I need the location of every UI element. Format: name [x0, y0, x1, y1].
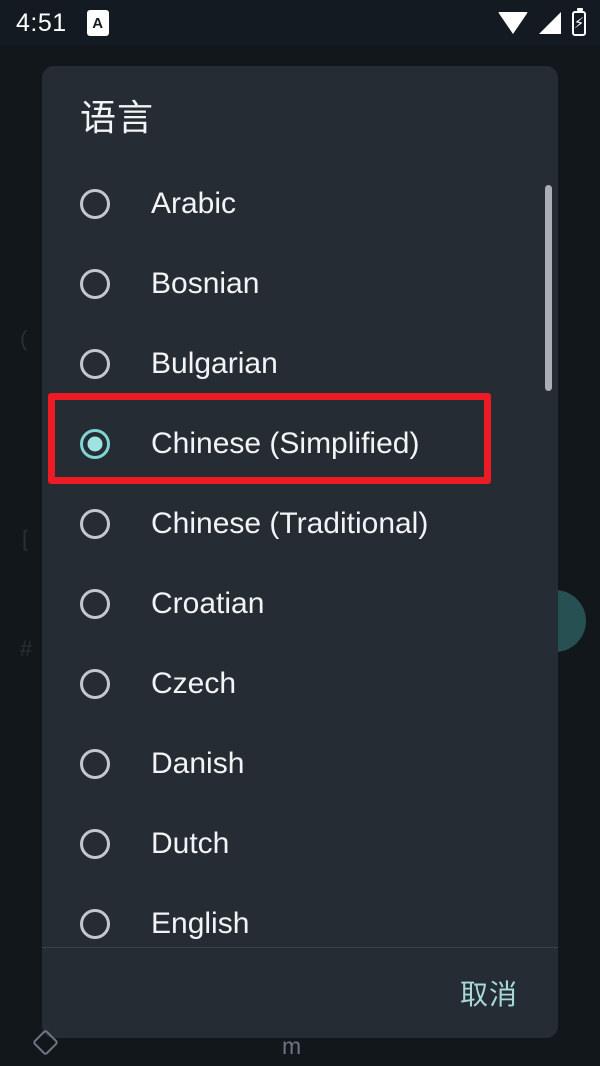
language-selection-dialog: 语言 Arabic Bosnian Bulgarian Chinese (Simpli… — [42, 66, 558, 1038]
radio-button[interactable] — [80, 509, 110, 539]
list-item-label: Chinese (Traditional) — [151, 507, 429, 540]
background-ghost-glyph-1: ( — [20, 326, 28, 351]
list-item[interactable]: Arabic — [42, 164, 558, 244]
cellular-signal-icon — [539, 12, 561, 34]
list-item[interactable]: Dutch — [42, 804, 558, 884]
list-item[interactable]: Chinese (Simplified) — [42, 404, 558, 484]
background-ghost-glyph-2: [ — [22, 526, 29, 551]
status-bar-clock: 4:51 — [16, 8, 67, 37]
language-option-list: Arabic Bosnian Bulgarian Chinese (Simplifie… — [42, 164, 558, 947]
dialog-title: 语言 — [80, 97, 155, 138]
list-item-label: Bosnian — [151, 267, 260, 300]
status-bar-icons: ⚡ — [498, 7, 586, 36]
scrollbar-thumb[interactable] — [545, 185, 552, 391]
background-ghost-glyph-3: # — [20, 636, 33, 661]
scrollbar-track[interactable] — [545, 164, 552, 947]
list-item[interactable]: Chinese (Traditional) — [42, 484, 558, 564]
wifi-icon — [498, 12, 528, 34]
list-item[interactable]: Bosnian — [42, 244, 558, 324]
radio-button[interactable] — [80, 189, 110, 219]
list-item[interactable]: Czech — [42, 644, 558, 724]
list-item-label: Bulgarian — [151, 347, 278, 380]
dialog-action-bar: 取消 — [42, 948, 558, 1038]
list-item-label: Danish — [151, 747, 245, 780]
list-item[interactable]: Bulgarian — [42, 324, 558, 404]
list-item-label: English — [151, 907, 250, 940]
phone-screen: ( [ # 4:51 A ⚡ 语言 Arabic Bosnian Bulgarian… — [0, 0, 600, 1066]
list-item-label: Arabic — [151, 187, 237, 220]
radio-button[interactable] — [80, 829, 110, 859]
status-bar: 4:51 A ⚡ — [0, 0, 600, 46]
list-item-label: Czech — [151, 667, 237, 700]
list-item[interactable]: Croatian — [42, 564, 558, 644]
cancel-button[interactable]: 取消 — [454, 965, 524, 1021]
list-item-label: Croatian — [151, 587, 265, 620]
radio-button[interactable] — [80, 669, 110, 699]
radio-button[interactable] — [80, 589, 110, 619]
radio-button[interactable] — [80, 909, 110, 939]
list-item[interactable]: Danish — [42, 724, 558, 804]
list-item-label: Dutch — [151, 827, 230, 860]
battery-charging-icon: ⚡ — [572, 7, 586, 36]
notification-letter: A — [92, 14, 104, 32]
radio-button[interactable] — [80, 269, 110, 299]
radio-button-selected[interactable] — [80, 429, 110, 459]
radio-button[interactable] — [80, 349, 110, 379]
language-list-scroll-area[interactable]: Arabic Bosnian Bulgarian Chinese (Simplifie… — [42, 164, 558, 947]
radio-button[interactable] — [80, 749, 110, 779]
list-item-label: Chinese (Simplified) — [151, 427, 420, 460]
app-letter-a-icon: A — [86, 10, 109, 36]
charging-bolt-icon: ⚡ — [573, 14, 585, 32]
list-item[interactable]: English — [42, 884, 558, 947]
